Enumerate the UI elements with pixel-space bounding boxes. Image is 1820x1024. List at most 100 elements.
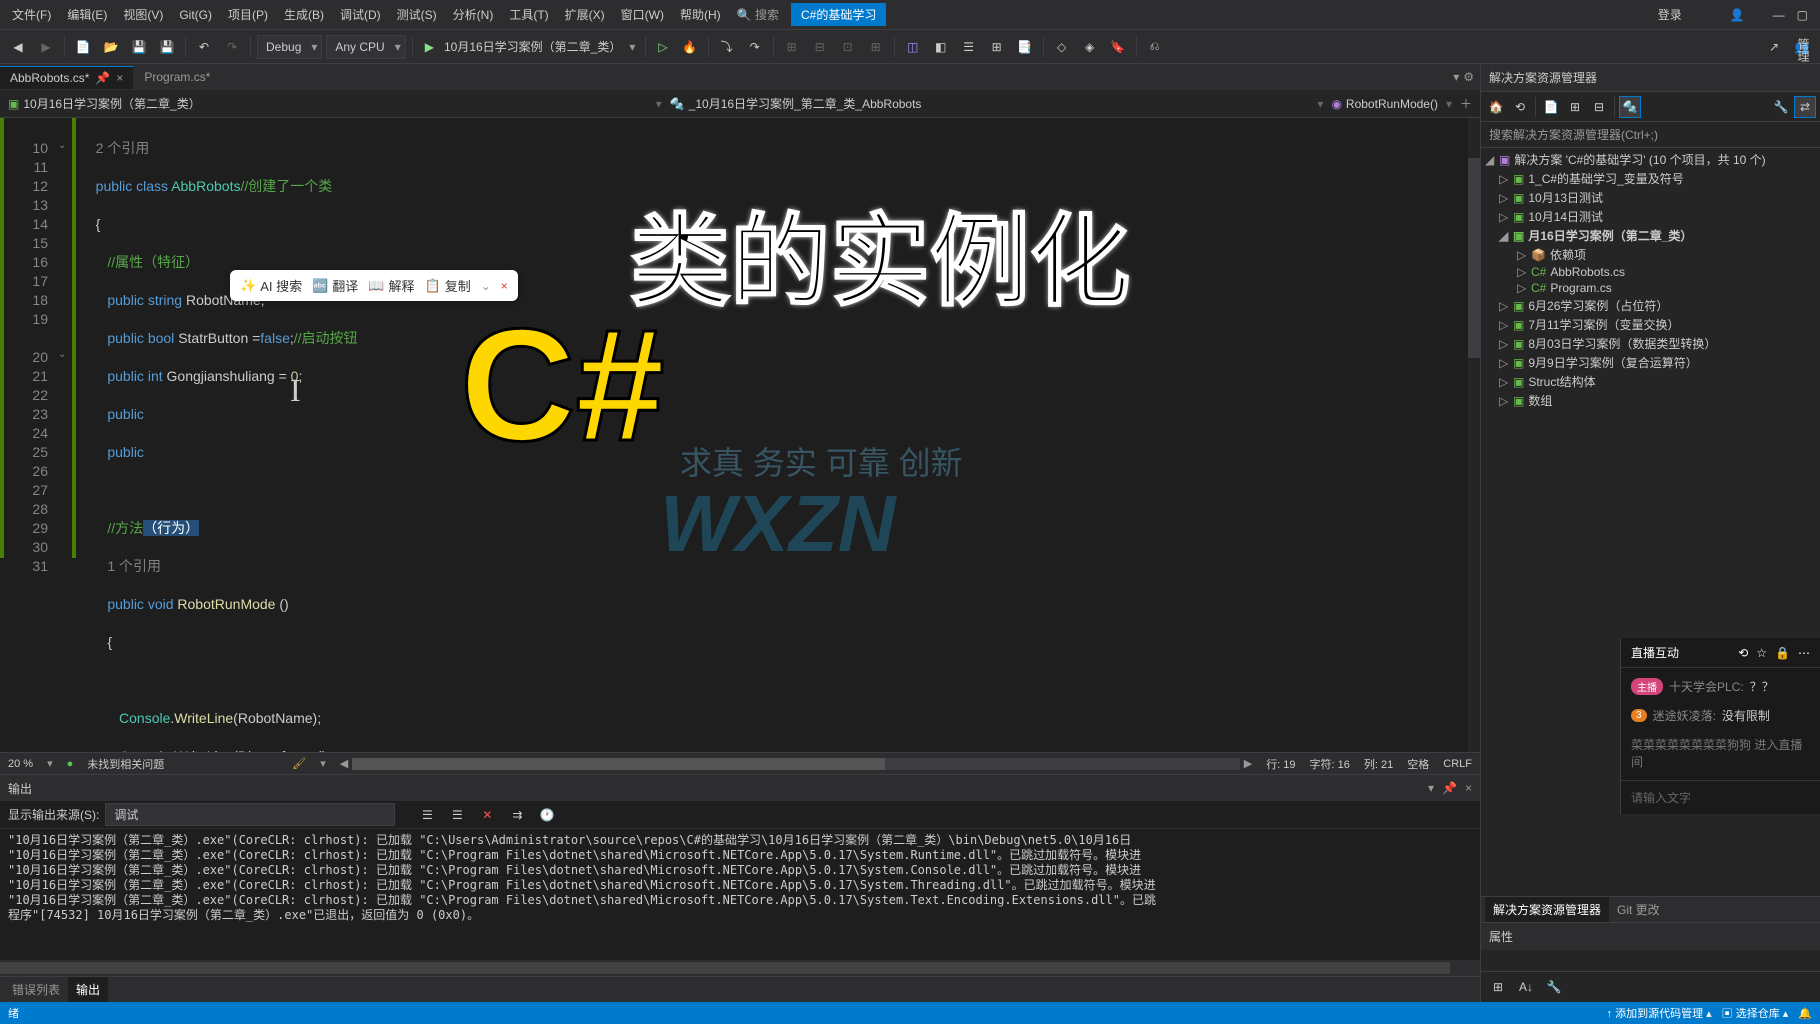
output-dropdown-icon[interactable]: ▾: [1428, 781, 1434, 795]
tb-icon-7[interactable]: ☰: [957, 35, 981, 59]
menu-analyze[interactable]: 分析(N): [445, 4, 502, 25]
tb-icon-11[interactable]: ◈: [1078, 35, 1102, 59]
menu-view[interactable]: 视图(V): [115, 4, 171, 25]
tb-icon-10[interactable]: ◇: [1050, 35, 1074, 59]
output-tool-5[interactable]: 🕐: [535, 803, 559, 827]
chat-lock-icon[interactable]: 🔒: [1775, 646, 1790, 660]
step-into-button[interactable]: ⤵: [715, 35, 739, 59]
tb-icon-6[interactable]: ◧: [929, 35, 953, 59]
output-pin-icon[interactable]: 📌: [1442, 781, 1457, 795]
start-nodebug-button[interactable]: ▷: [652, 40, 673, 54]
tab-error-list[interactable]: 错误列表: [4, 977, 68, 1002]
prop-wrench-icon[interactable]: 🔧: [1543, 976, 1565, 998]
menu-extensions[interactable]: 扩展(X): [557, 4, 613, 25]
start-debug-button[interactable]: ▶: [419, 40, 440, 54]
tree-project-9[interactable]: ▷▣Struct结构体: [1481, 372, 1820, 391]
tb-icon-5[interactable]: ◫: [901, 35, 925, 59]
eol-mode[interactable]: CRLF: [1443, 758, 1472, 770]
redo-button[interactable]: ↷: [220, 35, 244, 59]
tree-project-4[interactable]: ◢▣月16日学习案例（第二章_类）: [1481, 226, 1820, 245]
manage-tab[interactable]: 管理: [1791, 34, 1816, 66]
undo-button[interactable]: ↶: [192, 35, 216, 59]
minimap[interactable]: [1468, 118, 1480, 752]
tb-icon-3[interactable]: ⊡: [836, 35, 860, 59]
step-over-button[interactable]: ↷: [743, 35, 767, 59]
tb-icon-2[interactable]: ⊟: [808, 35, 832, 59]
tree-solution-node[interactable]: ◢▣解决方案 'C#的基础学习' (10 个项目，共 10 个): [1481, 150, 1820, 169]
tree-project-8[interactable]: ▷▣9月9日学习案例（复合运算符）: [1481, 353, 1820, 372]
brush-icon[interactable]: 🖌: [292, 757, 306, 770]
tree-project-5[interactable]: ▷▣6月26学习案例（占位符）: [1481, 296, 1820, 315]
output-source-combo[interactable]: 调试: [105, 803, 395, 826]
chat-message[interactable]: 3 迷途妖凌落: 没有限制: [1621, 701, 1820, 730]
output-tool-2[interactable]: ☰: [445, 803, 469, 827]
close-icon[interactable]: ×: [116, 71, 123, 85]
se-wrench-icon[interactable]: 🔧: [1770, 96, 1792, 118]
tab-program[interactable]: Program.cs*: [134, 66, 221, 88]
se-sync-icon[interactable]: ⟲: [1509, 96, 1531, 118]
zoom-level[interactable]: 20 %: [8, 758, 33, 770]
share-button[interactable]: ↗: [1762, 35, 1786, 59]
tree-deps[interactable]: ▷📦依赖项: [1481, 245, 1820, 264]
chat-message[interactable]: 主播 十天学会PLC: ？？: [1621, 672, 1820, 701]
platform-combo[interactable]: Any CPU: [326, 35, 405, 59]
menu-edit[interactable]: 编辑(E): [59, 4, 115, 25]
repo-select-button[interactable]: ▣ 选择仓库 ▴: [1722, 1005, 1789, 1021]
config-combo[interactable]: Debug: [257, 35, 322, 59]
tb-icon-12[interactable]: ⎌: [1143, 35, 1167, 59]
nav-class[interactable]: 🔩_10月16日学习案例_第二章_类_AbbRobots: [670, 95, 1310, 112]
tree-project-1[interactable]: ▷▣1_C#的基础学习_变量及符号: [1481, 169, 1820, 188]
tree-file-1[interactable]: ▷C#AbbRobots.cs: [1481, 264, 1820, 280]
tb-icon-9[interactable]: 📑: [1013, 35, 1037, 59]
output-scrollbar[interactable]: [0, 960, 1480, 976]
menu-tools[interactable]: 工具(T): [501, 4, 556, 25]
menu-debug[interactable]: 调试(D): [332, 4, 389, 25]
ai-explain-button[interactable]: 📖解释: [368, 276, 414, 295]
se-tool-1[interactable]: 📄: [1540, 96, 1562, 118]
tab-solution-explorer[interactable]: 解决方案资源管理器: [1485, 897, 1609, 922]
ai-search-button[interactable]: ✨AI 搜索: [240, 276, 302, 295]
ai-translate-button[interactable]: 🔤翻译: [312, 276, 358, 295]
open-button[interactable]: 📂: [99, 35, 123, 59]
tree-project-10[interactable]: ▷▣数组: [1481, 391, 1820, 410]
close-icon[interactable]: ×: [501, 279, 508, 293]
target-chevron-icon[interactable]: ▾: [625, 40, 639, 54]
menu-project[interactable]: 项目(P): [220, 4, 276, 25]
menu-file[interactable]: 文件(F): [4, 4, 59, 25]
se-tool-2[interactable]: ⊞: [1564, 96, 1586, 118]
fold-toggle[interactable]: ⌄: [58, 140, 70, 152]
chat-refresh-icon[interactable]: ⟲: [1738, 646, 1748, 660]
tab-settings-icon[interactable]: ⚙: [1463, 70, 1474, 84]
nav-member[interactable]: ◉RobotRunMode(): [1331, 97, 1438, 111]
chat-star-icon[interactable]: ☆: [1756, 646, 1767, 660]
output-tool-1[interactable]: ☰: [415, 803, 439, 827]
tb-icon-1[interactable]: ⊞: [780, 35, 804, 59]
code-editor[interactable]: 101112 131415 161718 1920 212223 242526 …: [0, 118, 1480, 752]
minimize-icon[interactable]: —: [1773, 8, 1785, 22]
se-home-icon[interactable]: 🏠: [1485, 96, 1507, 118]
back-button[interactable]: ◀: [6, 35, 30, 59]
output-tool-4[interactable]: ⇉: [505, 803, 529, 827]
tb-icon-4[interactable]: ⊞: [864, 35, 888, 59]
pin-icon[interactable]: 📌: [95, 71, 110, 85]
prop-cat-icon[interactable]: ⊞: [1487, 976, 1509, 998]
vcs-add-button[interactable]: ↑ 添加到源代码管理 ▴: [1607, 1005, 1712, 1021]
menu-build[interactable]: 生成(B): [276, 4, 332, 25]
tree-project-6[interactable]: ▷▣7月11学习案例（变量交换）: [1481, 315, 1820, 334]
forward-button[interactable]: ▶: [34, 35, 58, 59]
run-target-label[interactable]: 10月16日学习案例（第二章_类）: [444, 38, 621, 55]
ai-copy-button[interactable]: 📋复制: [425, 276, 471, 295]
output-tool-3[interactable]: ✕: [475, 803, 499, 827]
save-all-button[interactable]: 💾: [155, 35, 179, 59]
notifications-icon[interactable]: 🔔: [1798, 1007, 1812, 1020]
code-text-area[interactable]: 2 个引用 public class AbbRobots//创建了一个类 { /…: [76, 118, 1480, 752]
menu-git[interactable]: Git(G): [171, 6, 220, 24]
chat-more-icon[interactable]: ⋯: [1798, 646, 1810, 660]
tree-project-2[interactable]: ▷▣10月13日测试: [1481, 188, 1820, 207]
chat-input[interactable]: 请输入文字: [1621, 780, 1820, 814]
se-view-toggle[interactable]: 🔩: [1619, 96, 1641, 118]
login-button[interactable]: 登录: [1650, 4, 1690, 25]
menu-window[interactable]: 窗口(W): [613, 4, 672, 25]
output-text[interactable]: "10月16日学习案例（第二章_类）.exe"(CoreCLR: clrhost…: [0, 829, 1480, 960]
hot-reload-button[interactable]: 🔥: [678, 35, 702, 59]
